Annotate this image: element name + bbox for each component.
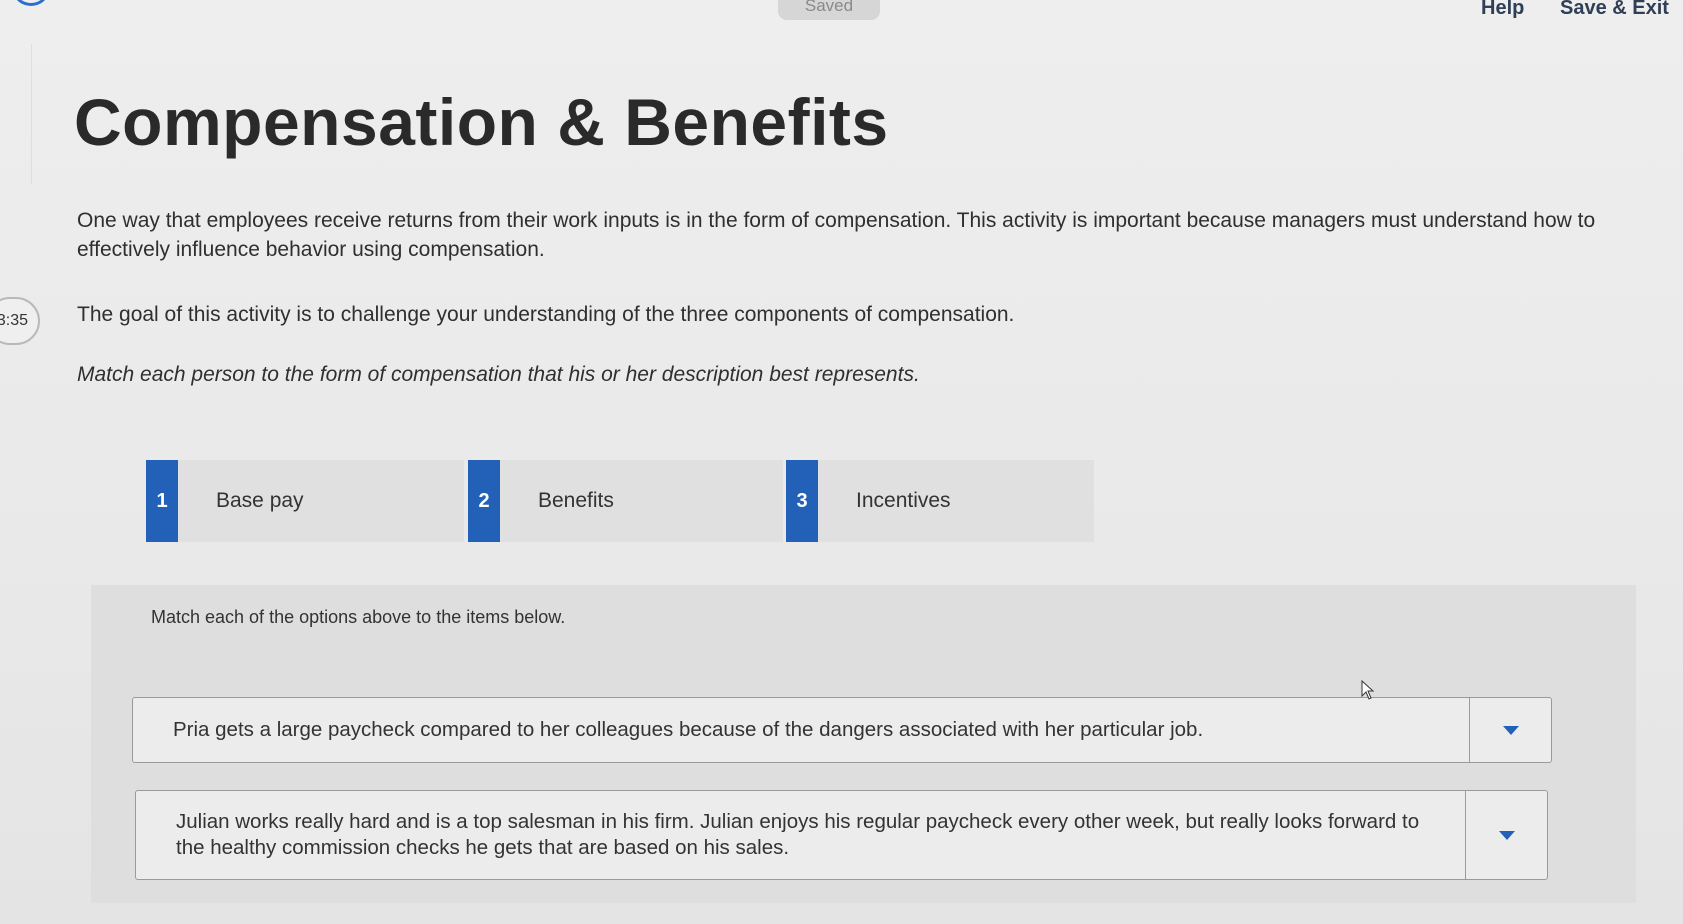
timer-badge: 3:35 [0, 297, 40, 345]
match-dropdown[interactable] [1465, 791, 1547, 879]
match-item-row[interactable]: Julian works really hard and is a top sa… [135, 790, 1548, 880]
progress-ring-icon [14, 0, 48, 6]
match-item-row[interactable]: Pria gets a large paycheck compared to h… [132, 697, 1552, 763]
option-card-base-pay[interactable]: 1 Base pay [146, 460, 464, 542]
match-dropdown[interactable] [1469, 698, 1551, 762]
option-label: Base pay [216, 489, 304, 512]
task-instruction: Match each person to the form of compens… [77, 363, 920, 386]
option-number-badge: 1 [146, 460, 178, 542]
page-title: Compensation & Benefits [74, 85, 889, 159]
option-number-badge: 2 [468, 460, 500, 542]
activity-page: Saved Help Save & Exit 3:35 Compensation… [0, 0, 1683, 924]
option-card-incentives[interactable]: 3 Incentives [786, 460, 1094, 542]
option-number-badge: 3 [786, 460, 818, 542]
option-card-benefits[interactable]: 2 Benefits [468, 460, 783, 542]
left-divider [0, 44, 32, 184]
match-instruction: Match each of the options above to the i… [151, 607, 566, 627]
option-label: Benefits [538, 489, 614, 512]
match-item-text: Pria gets a large paycheck compared to h… [173, 718, 1204, 741]
caret-down-icon [1502, 725, 1519, 735]
option-label: Incentives [856, 489, 951, 512]
top-bar: Saved Help Save & Exit [0, 0, 1683, 44]
saved-status-badge: Saved [778, 0, 880, 20]
goal-paragraph: The goal of this activity is to challeng… [77, 303, 1015, 326]
mouse-pointer-icon [1361, 680, 1375, 700]
save-exit-link[interactable]: Save & Exit [1560, 0, 1669, 20]
intro-paragraph: One way that employees receive returns f… [77, 209, 1596, 261]
match-panel: Match each of the options above to the i… [91, 585, 1636, 903]
match-item-text: Julian works really hard and is a top sa… [176, 810, 1420, 859]
caret-down-icon [1498, 830, 1515, 840]
help-link[interactable]: Help [1481, 0, 1524, 20]
